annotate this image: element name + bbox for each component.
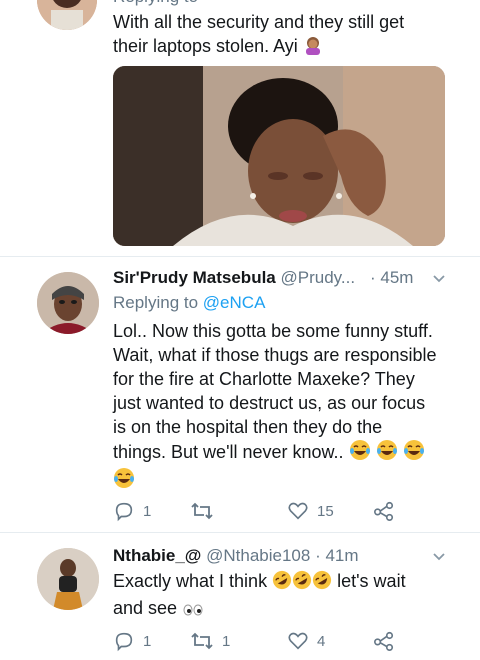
reply-count: 1 [143,502,152,520]
tweet-header: Sir'Prudy Matsebula @Prudy... [113,267,355,289]
reply-mention-link[interactable]: @eNCA [203,293,266,312]
tweet-actions: 1 15 [113,499,453,523]
tweet-actions: 1 1 4 [113,629,453,653]
laughing-tears-emoji [113,467,135,495]
heart-icon [288,502,308,520]
like-count: 15 [317,502,334,520]
person-gesturing-no-emoji [303,35,323,61]
like-count: 4 [317,632,326,650]
reply-icon [115,632,133,652]
tweet-text: Exactly what I think let's wait and see [113,569,458,623]
reply-icon [115,502,133,522]
eyes-emoji [182,599,204,623]
retweet-button[interactable] [190,499,222,523]
laughing-tears-emoji [403,439,425,467]
share-button[interactable] [373,629,395,653]
tweet-3[interactable]: Nthabie_@ @Nthabie108 · 41m Exactly what… [0,533,480,660]
chevron-down-icon[interactable] [431,270,447,286]
retweet-button[interactable]: 1 [190,629,230,653]
laughing-tears-emoji [376,439,398,467]
reply-button[interactable]: 1 [113,499,151,523]
heart-icon [288,632,308,650]
avatar[interactable] [37,272,99,334]
timestamp[interactable]: · 41m [315,546,358,565]
tweet-text: With all the security and they still get… [113,10,404,61]
chevron-down-icon[interactable] [431,548,447,564]
avatar[interactable] [37,0,97,30]
tweet-1[interactable]: Replying to With all the security and th… [0,0,480,255]
share-icon [374,631,394,651]
rofl-emoji [312,570,332,596]
retweet-icon [191,502,213,520]
rofl-emoji [292,570,312,596]
tweet-text: Lol.. Now this gotta be some funny stuff… [113,319,458,495]
rofl-emoji [272,570,292,596]
like-button[interactable]: 15 [287,499,334,523]
like-button[interactable]: 4 [287,629,325,653]
share-icon [374,501,394,521]
laughing-tears-emoji [349,439,371,467]
reply-button[interactable]: 1 [113,629,151,653]
display-name[interactable]: Sir'Prudy Matsebula [113,268,276,287]
tweet-image[interactable] [113,66,445,246]
partial-header: Replying to [113,0,198,8]
retweet-count: 1 [222,632,231,650]
display-name[interactable]: Nthabie_@ [113,546,201,565]
reply-count: 1 [143,632,152,650]
share-button[interactable] [373,499,395,523]
retweet-icon [191,632,213,650]
timestamp[interactable]: · 45m [370,267,413,289]
tweet-2[interactable]: Sir'Prudy Matsebula @Prudy... · 45m Repl… [0,257,480,531]
handle[interactable]: @Nthabie108 [206,546,310,565]
tweet-header: Nthabie_@ @Nthabie108 · 41m [113,545,359,567]
avatar[interactable] [37,548,99,610]
handle[interactable]: @Prudy... [281,268,356,287]
replying-to: Replying to @eNCA [113,293,266,312]
